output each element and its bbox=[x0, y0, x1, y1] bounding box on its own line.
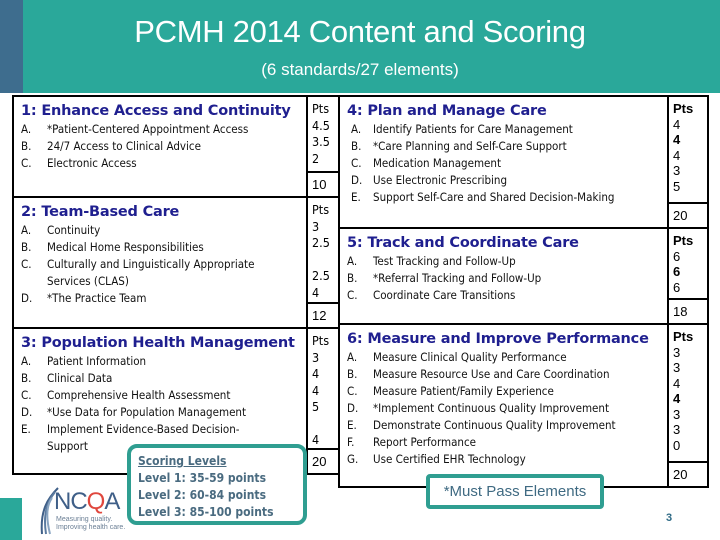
standard-title: 4: Plan and Manage Care bbox=[347, 103, 547, 119]
element-item: A. *Patient-Centered Appointment Access bbox=[21, 122, 249, 136]
element-item: G. Use Certified EHR Technology bbox=[347, 452, 526, 466]
standard-total-points: 20 bbox=[669, 202, 707, 227]
element-item: D. *Implement Continuous Quality Improvem… bbox=[347, 401, 610, 415]
element-item: A. Patient Information bbox=[21, 354, 147, 368]
element-points: 3.5 bbox=[312, 134, 330, 149]
element-item: B. Clinical Data bbox=[21, 371, 113, 385]
element-item: B. Medical Home Responsibilities bbox=[21, 240, 204, 254]
pts-header: Pts bbox=[673, 329, 694, 344]
standard-title: 1: Enhance Access and Continuity bbox=[21, 103, 291, 119]
points-column: Pts 3 4 4 5 4 20 bbox=[306, 329, 338, 473]
standard-total-points: 12 bbox=[308, 302, 338, 327]
element-item: E. Support Self-Care and Shared Decision-… bbox=[351, 190, 615, 204]
pts-header: Pts bbox=[312, 101, 330, 116]
element-points: 4 bbox=[312, 284, 320, 300]
element-item: D. Use Electronic Prescribing bbox=[351, 173, 508, 187]
standard-4-box: 4: Plan and Manage Care A. Identify Patie… bbox=[338, 95, 709, 229]
standard-total-points: 20 bbox=[669, 461, 707, 486]
standard-title: 3: Population Health Management bbox=[21, 335, 295, 351]
must-pass-note: *Must Pass Elements bbox=[426, 474, 604, 509]
element-points: 6 bbox=[673, 248, 681, 264]
element-points: 4 bbox=[673, 116, 681, 132]
standard-5-box: 5: Track and Coordinate Care A. Test Trac… bbox=[338, 227, 709, 325]
element-points: 3 bbox=[673, 344, 681, 360]
page-title: PCMH 2014 Content and Scoring bbox=[134, 14, 586, 49]
scoring-level: Level 1: 35-59 points bbox=[138, 471, 267, 485]
element-points: 2 bbox=[312, 150, 320, 166]
ncqa-wordmark: NCQA bbox=[54, 488, 120, 515]
scoring-level: Level 2: 60-84 points bbox=[138, 488, 267, 502]
element-item: B. *Care Planning and Self-Care Support bbox=[351, 139, 567, 153]
element-item: A. Continuity bbox=[21, 223, 101, 237]
pts-header: Pts bbox=[673, 233, 694, 248]
element-points: 4 bbox=[673, 147, 681, 163]
element-points-must-pass: 6 bbox=[673, 264, 681, 279]
page-number: 3 bbox=[666, 512, 673, 524]
element-points: 3 bbox=[312, 218, 320, 234]
page-subtitle: (6 standards/27 elements) bbox=[261, 60, 459, 79]
scoring-levels-heading: Scoring Levels bbox=[138, 454, 227, 468]
element-points: 3 bbox=[673, 422, 681, 437]
element-item: E. Demonstrate Continuous Quality Improve… bbox=[347, 418, 616, 432]
element-item: A. Measure Clinical Quality Performance bbox=[347, 350, 567, 364]
element-item: D. *Use Data for Population Management bbox=[21, 405, 247, 419]
scoring-level: Level 3: 85-100 points bbox=[138, 505, 274, 519]
pts-header: Pts bbox=[673, 101, 694, 116]
pts-header: Pts bbox=[312, 202, 330, 217]
ncqa-tagline: Measuring quality. Improving health care… bbox=[56, 516, 126, 531]
element-points: 4 bbox=[312, 366, 320, 381]
standard-title: 6: Measure and Improve Performance bbox=[347, 331, 649, 347]
element-points-must-pass: 4 bbox=[673, 391, 681, 406]
element-points: 3 bbox=[673, 163, 681, 178]
element-item: C. Electronic Access bbox=[21, 156, 137, 170]
standard-total-points: 10 bbox=[308, 171, 338, 196]
points-column: Pts 6 6 6 18 bbox=[667, 229, 707, 323]
element-points: 2.5 bbox=[312, 268, 330, 283]
standard-title: 2: Team-Based Care bbox=[21, 204, 180, 220]
element-item: C. Comprehensive Health Assessment bbox=[21, 388, 231, 402]
element-points: 3 bbox=[673, 360, 681, 375]
element-points: 2.5 bbox=[312, 235, 330, 250]
element-points: 4.5 bbox=[312, 117, 330, 133]
element-item: C. Medication Management bbox=[351, 156, 502, 170]
element-item: A. Identify Patients for Care Management bbox=[351, 122, 573, 136]
footer-accent-bar bbox=[0, 498, 22, 540]
standard-6-box: 6: Measure and Improve Performance A. Mea… bbox=[338, 323, 709, 488]
element-points: 3 bbox=[312, 349, 320, 365]
element-points: 4 bbox=[312, 432, 320, 447]
element-points: 3 bbox=[673, 406, 681, 422]
standard-title: 5: Track and Coordinate Care bbox=[347, 235, 579, 251]
title-banner: PCMH 2014 Content and Scoring (6 standar… bbox=[0, 0, 720, 93]
pts-header: Pts bbox=[312, 333, 330, 348]
standard-total-points: 18 bbox=[669, 298, 707, 323]
ncqa-logo: NCQA Measuring quality. Improving health… bbox=[38, 486, 128, 538]
element-item: C. Coordinate Care Transitions bbox=[347, 288, 516, 302]
points-column: Pts 4.5 3.5 2 10 bbox=[306, 97, 338, 196]
standard-1-box: 1: Enhance Access and Continuity A. *Pati… bbox=[12, 95, 340, 198]
element-points: 4 bbox=[312, 382, 320, 398]
points-column: Pts 3 3 4 4 3 3 0 20 bbox=[667, 325, 707, 486]
element-item: C. Culturally and Linguistically Appropri… bbox=[21, 257, 255, 288]
element-points-must-pass: 4 bbox=[673, 132, 681, 147]
element-item: B. 24/7 Access to Clinical Advice bbox=[21, 139, 201, 153]
element-item: B. *Referral Tracking and Follow-Up bbox=[347, 271, 542, 285]
standard-total-points: 20 bbox=[308, 448, 338, 473]
points-column: Pts 3 2.5 2.5 4 12 bbox=[306, 198, 338, 327]
standard-2-box: 2: Team-Based Care A. Continuity B. Medica… bbox=[12, 196, 340, 329]
element-points: 6 bbox=[673, 279, 681, 295]
element-points: 5 bbox=[312, 399, 320, 414]
points-column: Pts 4 4 4 3 5 20 bbox=[667, 97, 707, 227]
element-points: 0 bbox=[673, 437, 681, 453]
element-item: F. Report Performance bbox=[347, 435, 477, 449]
element-item: A. Test Tracking and Follow-Up bbox=[347, 254, 516, 268]
scoring-levels-box: Scoring Levels Level 1: 35-59 points Lev… bbox=[127, 444, 307, 525]
element-points: 5 bbox=[673, 178, 681, 194]
element-item: C. Measure Patient/Family Experience bbox=[347, 384, 554, 398]
element-item: B. Measure Resource Use and Care Coordina… bbox=[347, 367, 610, 381]
element-points: 4 bbox=[673, 375, 681, 391]
element-item: D. *The Practice Team bbox=[21, 291, 147, 305]
